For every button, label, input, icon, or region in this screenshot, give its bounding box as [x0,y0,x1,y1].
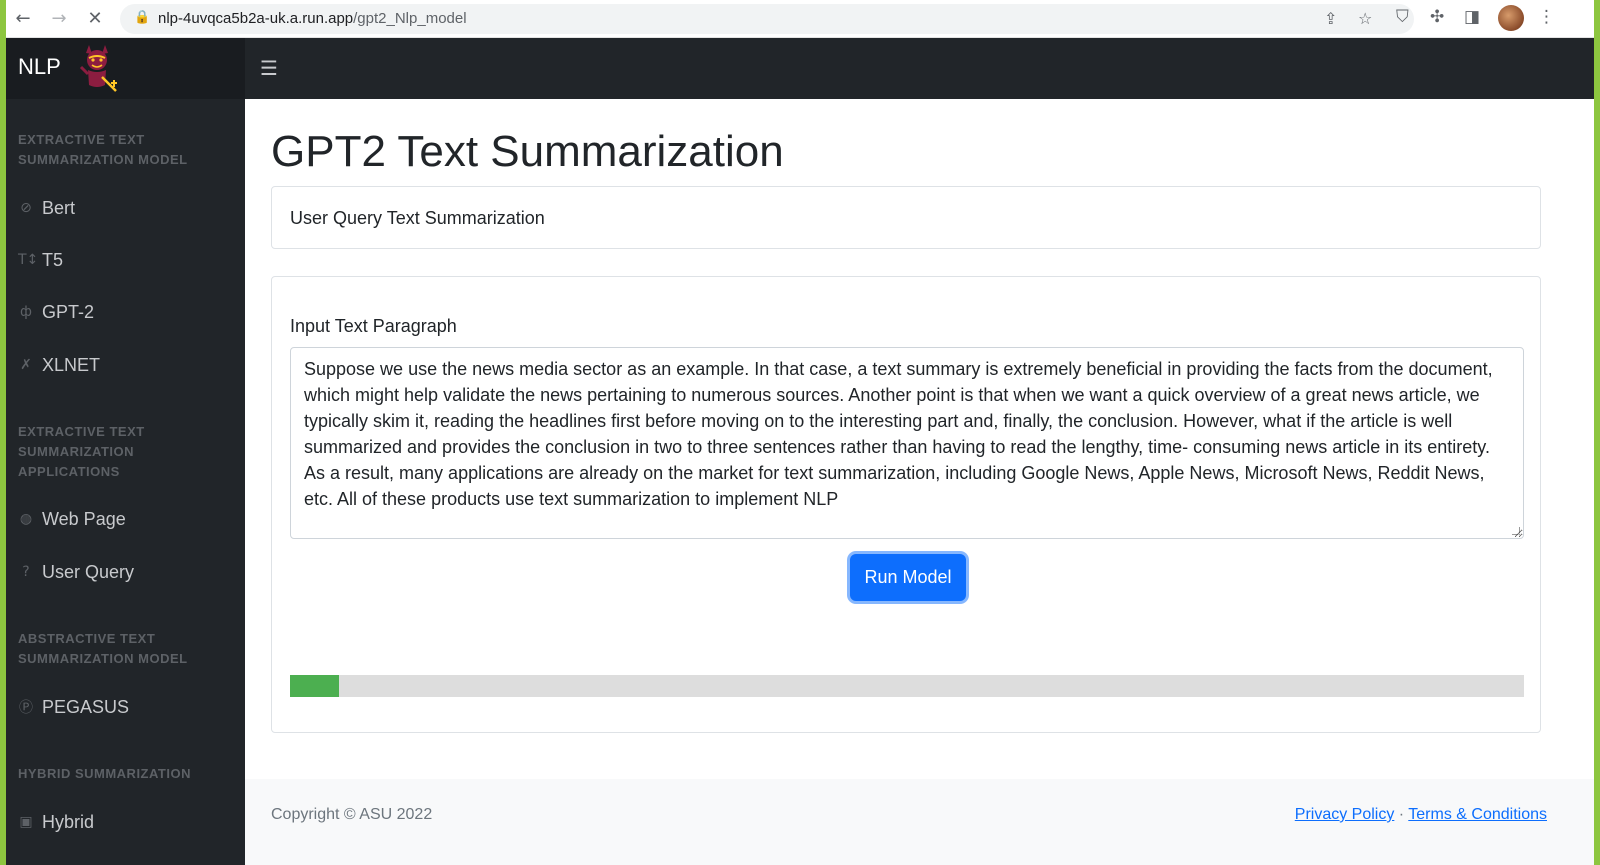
address-bar[interactable]: 🔒 nlp-4uvqca5b2a-uk.a.run.app/gpt2_Nlp_m… [120,4,1414,34]
avatar[interactable] [1498,5,1524,31]
puzzle-icon[interactable]: ✣ [1430,7,1444,27]
sidebar-item-label: User Query [42,561,135,582]
copyright-text: Copyright © ASU 2022 [271,806,433,823]
top-navbar: ☰ [245,38,1594,99]
sidebar-item-bert[interactable]: ⊘ Bert [18,193,75,223]
question-circle-icon: ? [22,564,30,580]
p-circle-icon: Ⓟ [19,700,33,716]
footer: Copyright © ASU 2022 Privacy Policy · Te… [245,779,1594,865]
resize-handle-icon[interactable] [1512,527,1520,535]
terms-conditions-link[interactable]: Terms & Conditions [1408,806,1547,823]
sidepanel-icon[interactable]: ◨ [1464,7,1480,27]
card-header: User Query Text Summarization [271,186,1541,249]
brand-text[interactable]: NLP [18,54,61,80]
url-text[interactable]: nlp-4uvqca5b2a-uk.a.run.app/gpt2_Nlp_mod… [158,10,467,27]
run-model-button[interactable]: Run Model [850,554,966,601]
globe-icon: ◍ [19,511,33,527]
section-heading-abstractive-models: ABSTRACTIVE TEXT SUMMARIZATION MODEL [18,631,188,666]
privacy-policy-link[interactable]: Privacy Policy [1295,806,1395,823]
section-heading-hybrid: HYBRID SUMMARIZATION [18,766,191,781]
section-heading-extractive-apps: EXTRACTIVE TEXT SUMMARIZATION APPLICATIO… [18,424,145,479]
url-path: /gpt2_Nlp_model [353,10,467,27]
star-icon[interactable]: ☆ [1358,9,1372,28]
arrow-right-icon[interactable]: → [46,6,72,32]
hamburger-menu-icon[interactable]: ☰ [255,54,283,82]
shield-icon[interactable]: ⛉ [1396,7,1409,27]
sidebar-item-label: PEGASUS [42,696,130,717]
sidebar-item-label: T5 [42,249,64,270]
sidebar-item-user-query[interactable]: ? User Query [18,557,134,587]
sidebar-item-label: GPT-2 [42,301,95,322]
sidebar-item-label: Bert [42,197,76,218]
input-text-area[interactable]: Suppose we use the news media sector as … [290,347,1524,539]
gpt-icon: ф [20,304,32,320]
sidebar-item-t5[interactable]: T↕ T5 [18,245,63,275]
sidebar-item-web-page[interactable]: ◍ Web Page [18,504,126,534]
footer-links: Privacy Policy · Terms & Conditions [1295,806,1547,824]
sidebar-item-pegasus[interactable]: Ⓟ PEGASUS [18,692,129,722]
footer-separator: · [1398,806,1405,823]
close-icon[interactable]: ✕ [82,6,108,32]
devil-logo-icon [79,45,117,92]
xlnet-icon: ✗ [20,357,32,373]
sidebar-item-label: Hybrid [42,811,95,832]
browser-toolbar: ← → ✕ 🔒 nlp-4uvqca5b2a-uk.a.run.app/gpt2… [6,0,1594,38]
main-content: GPT2 Text Summarization User Query Text … [245,99,1594,779]
sidebar: NLP EXTRACTIVE TEXT SUMMARIZATION MODEL … [6,38,245,865]
text-height-icon: T↕ [18,252,39,268]
sidebar-brand[interactable]: NLP [6,38,245,99]
share-icon[interactable]: ⇪ [1324,9,1337,28]
bert-icon: ⊘ [20,200,32,216]
section-heading-extractive-models: EXTRACTIVE TEXT SUMMARIZATION MODEL [18,132,188,167]
input-card: Input Text Paragraph Suppose we use the … [271,276,1541,733]
url-host: nlp-4uvqca5b2a-uk.a.run.app [158,10,354,27]
arrow-left-icon[interactable]: ← [10,6,36,32]
page-title: GPT2 Text Summarization [271,127,784,176]
sidebar-item-label: XLNET [42,354,101,375]
progress-bar [290,675,1524,697]
sidebar-item-xlnet[interactable]: ✗ XLNET [18,350,100,380]
sidebar-item-gpt2[interactable]: ф GPT-2 [18,297,94,327]
kebab-menu-icon[interactable]: ⋮ [1538,7,1555,27]
card-header-text: User Query Text Summarization [290,208,545,228]
input-text-value: Suppose we use the news media sector as … [304,359,1493,509]
app-window: ← → ✕ 🔒 nlp-4uvqca5b2a-uk.a.run.app/gpt2… [6,0,1594,865]
lock-icon: 🔒 [134,10,151,25]
progress-fill [290,675,340,697]
input-label: Input Text Paragraph [290,316,457,336]
sidebar-item-label: Web Page [42,508,126,529]
h-square-icon: ▣ [19,814,33,830]
sidebar-item-hybrid[interactable]: ▣ Hybrid [18,807,94,837]
